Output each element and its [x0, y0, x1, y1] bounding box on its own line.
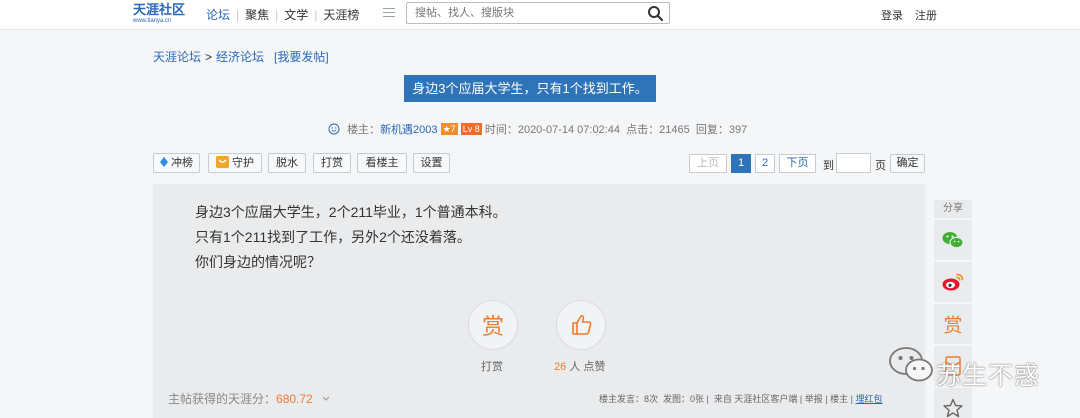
- owner-post-count: 楼主发言：8次: [599, 394, 659, 404]
- report-link[interactable]: 举报: [805, 394, 823, 404]
- star-icon: [943, 398, 963, 418]
- score-label: 主帖获得的天涯分：: [168, 392, 277, 406]
- nav-item-focus[interactable]: 聚焦: [245, 6, 269, 23]
- click-count: 点击：21465: [626, 124, 690, 136]
- post-title: 身边3个应届大学生，只有1个找到工作。: [404, 75, 656, 102]
- wechat-watermark-icon: [889, 347, 933, 382]
- search-input[interactable]: [407, 3, 627, 23]
- client-source: 来自 天涯社区客户端: [713, 394, 798, 404]
- prev-page-button[interactable]: 上页: [689, 154, 727, 173]
- share-wechat-button[interactable]: [934, 220, 972, 260]
- nav-item-rankings[interactable]: 天涯榜: [323, 6, 359, 23]
- guard-button[interactable]: 守护: [208, 153, 262, 173]
- reward-share-icon: 赏: [943, 315, 963, 337]
- image-count: 发图：0张: [663, 394, 705, 404]
- breadcrumb-separator: >: [205, 50, 213, 64]
- tianya-logo[interactable]: 天涯社区 www.tianya.cn: [133, 3, 191, 27]
- page-number-input[interactable]: [836, 153, 871, 173]
- guard-label: 守护: [232, 157, 255, 169]
- search-icon[interactable]: [647, 5, 664, 22]
- search-box: [406, 2, 670, 24]
- boost-label: 冲榜: [171, 157, 194, 169]
- post-footer: 楼主发言：8次 发图：0张 | 来自 天涯社区客户端 | 举报 | 楼主 | 埋…: [599, 394, 883, 404]
- like-circle-button[interactable]: [556, 300, 606, 350]
- confirm-page-button[interactable]: 确定: [890, 154, 925, 173]
- login-link[interactable]: 登录: [881, 7, 903, 23]
- wechat-icon: [942, 232, 964, 249]
- goto-label: 到: [823, 160, 834, 172]
- menu-icon[interactable]: [383, 8, 395, 18]
- settings-button[interactable]: 设置: [413, 153, 450, 173]
- share-weibo-button[interactable]: [934, 262, 972, 302]
- share-label: 分享: [934, 200, 972, 218]
- nav-divider: |: [275, 8, 279, 22]
- boost-button[interactable]: 冲榜: [153, 153, 200, 173]
- top-nav: 论坛 | 聚焦 | 文学 | 天涯榜: [206, 6, 359, 23]
- score-line: 主帖获得的天涯分：680.72: [168, 390, 330, 407]
- star-badge: ★7: [440, 123, 458, 135]
- shield-icon: [215, 156, 229, 168]
- page-unit-label: 页: [875, 160, 886, 172]
- thumbs-up-icon: [572, 315, 592, 335]
- register-link[interactable]: 注册: [915, 7, 937, 23]
- level-badge: Lv 8: [460, 123, 482, 135]
- page-2-button[interactable]: 2: [755, 154, 775, 173]
- favorite-button[interactable]: [934, 388, 972, 418]
- like-circle-label: 26 人 点赞: [554, 358, 605, 374]
- content-line: 身边3个应届大学生，2个211毕业，1个普通本科。: [195, 204, 507, 220]
- watermark-text: 苏生不惑: [936, 361, 1041, 390]
- dehydrate-button[interactable]: 脱水: [268, 153, 306, 173]
- chevron-down-icon[interactable]: [322, 396, 330, 402]
- share-reward-button[interactable]: 赏: [934, 304, 972, 344]
- reward-circle-button[interactable]: 赏: [468, 300, 518, 350]
- owner-label: 楼主：: [347, 124, 381, 136]
- breadcrumb-root[interactable]: 天涯论坛: [153, 50, 201, 64]
- content-line: 只有1个211找到了工作，另外2个还没着落。: [195, 229, 471, 245]
- reward-circle-label: 打赏: [481, 361, 503, 373]
- smiley-icon: [328, 123, 340, 135]
- reward-button[interactable]: 打赏: [313, 153, 351, 173]
- breadcrumb-section[interactable]: 经济论坛: [216, 50, 264, 64]
- nav-divider: |: [314, 8, 318, 22]
- owner-name[interactable]: 新机遇2003: [380, 124, 437, 136]
- nav-divider: |: [236, 8, 240, 22]
- reply-count: 回复：397: [695, 124, 748, 136]
- top-bar: 天涯社区 www.tianya.cn 论坛 | 聚焦 | 文学 | 天涯榜 登录 注册: [0, 0, 1080, 30]
- like-count: 26: [554, 361, 567, 373]
- next-page-button[interactable]: 下页: [779, 154, 816, 173]
- owner-only-button[interactable]: 看楼主: [357, 153, 407, 173]
- like-label: 人 点赞: [569, 361, 606, 373]
- reward-icon: 赏: [481, 314, 505, 339]
- score-value: 680.72: [276, 392, 313, 406]
- logo-text: 天涯社区: [133, 2, 186, 17]
- nav-item-literature[interactable]: 文学: [284, 6, 308, 23]
- nav-item-forum[interactable]: 论坛: [206, 6, 230, 23]
- weibo-icon: [942, 273, 964, 291]
- red-packet-link[interactable]: 埋红包: [855, 394, 882, 404]
- owner-link[interactable]: 楼主: [830, 394, 848, 404]
- post-time: 时间：2020-07-14 07:02:44: [484, 124, 620, 136]
- post-body: 身边3个应届大学生，2个211毕业，1个普通本科。 只有1个211找到了工作，另…: [153, 184, 925, 418]
- post-meta: 楼主：新机遇2003 ★7 Lv 8 时间：2020-07-14 07:02:4…: [328, 121, 747, 137]
- post-content: 身边3个应届大学生，2个211毕业，1个普通本科。 只有1个211找到了工作，另…: [195, 200, 507, 275]
- breadcrumb: 天涯论坛 > 经济论坛 [我要发帖]: [153, 48, 329, 65]
- new-post-link[interactable]: [我要发帖]: [274, 50, 329, 64]
- content-line: 你们身边的情况呢？: [195, 254, 321, 270]
- logo-url: www.tianya.cn: [133, 18, 172, 24]
- diamond-icon: [159, 157, 168, 167]
- page-1-button[interactable]: 1: [731, 154, 751, 173]
